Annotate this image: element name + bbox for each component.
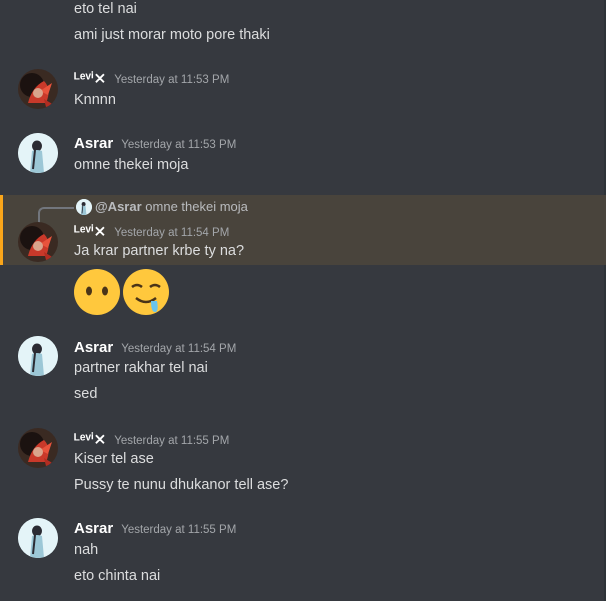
message-header: Asrar Yesterday at 11:53 PM — [74, 135, 236, 152]
reply-content: omne thekei moja — [145, 199, 248, 214]
message-text: eto tel nai — [74, 1, 137, 17]
username[interactable]: ᴸᵉᵛⁱ⨯ — [74, 69, 106, 87]
reply-connector — [38, 207, 74, 223]
username[interactable]: Asrar — [74, 135, 113, 152]
username[interactable]: ᴸᵉᵛⁱ⨯ — [74, 222, 106, 240]
reply-avatar[interactable] — [76, 199, 92, 215]
message-text: eto chinta nai — [74, 568, 161, 584]
timestamp[interactable]: Yesterday at 11:55 PM — [114, 435, 229, 447]
message-text: Kiser tel ase — [74, 451, 154, 467]
message-text: partner rakhar tel nai — [74, 360, 208, 376]
timestamp[interactable]: Yesterday at 11:53 PM — [121, 139, 236, 151]
message-text: Ja krar partner krbe ty na? — [74, 243, 245, 259]
no-mouth-face-emoji[interactable] — [73, 268, 121, 316]
drooling-face-emoji[interactable] — [122, 268, 170, 316]
timestamp[interactable]: Yesterday at 11:55 PM — [121, 524, 236, 536]
message-text: sed — [74, 386, 98, 402]
timestamp[interactable]: Yesterday at 11:53 PM — [114, 74, 229, 86]
timestamp[interactable]: Yesterday at 11:54 PM — [114, 227, 229, 239]
reply-username[interactable]: @Asrar — [95, 199, 142, 214]
avatar[interactable] — [18, 133, 58, 173]
avatar[interactable] — [18, 518, 58, 558]
message-header: ᴸᵉᵛⁱ⨯ Yesterday at 11:55 PM — [74, 430, 229, 448]
reply-preview[interactable]: @Asrar omne thekei moja — [95, 199, 248, 214]
username[interactable]: Asrar — [74, 520, 113, 537]
avatar[interactable] — [18, 222, 58, 262]
message-text: omne thekei moja — [74, 157, 189, 173]
message-header: Asrar Yesterday at 11:54 PM — [74, 339, 236, 356]
message-text: ami just morar moto pore thaki — [74, 27, 270, 43]
message-text: nah — [74, 542, 99, 558]
username[interactable]: Asrar — [74, 339, 113, 356]
avatar[interactable] — [18, 428, 58, 468]
message-header: ᴸᵉᵛⁱ⨯ Yesterday at 11:54 PM — [74, 222, 229, 240]
timestamp[interactable]: Yesterday at 11:54 PM — [121, 343, 236, 355]
message-text: Pussy te nunu dhukanor tell ase? — [74, 477, 289, 493]
message-header: Asrar Yesterday at 11:55 PM — [74, 520, 236, 537]
message-text: Knnnn — [74, 92, 116, 108]
avatar[interactable] — [18, 69, 58, 109]
message-header: ᴸᵉᵛⁱ⨯ Yesterday at 11:53 PM — [74, 69, 229, 87]
username[interactable]: ᴸᵉᵛⁱ⨯ — [74, 430, 106, 448]
avatar[interactable] — [18, 336, 58, 376]
